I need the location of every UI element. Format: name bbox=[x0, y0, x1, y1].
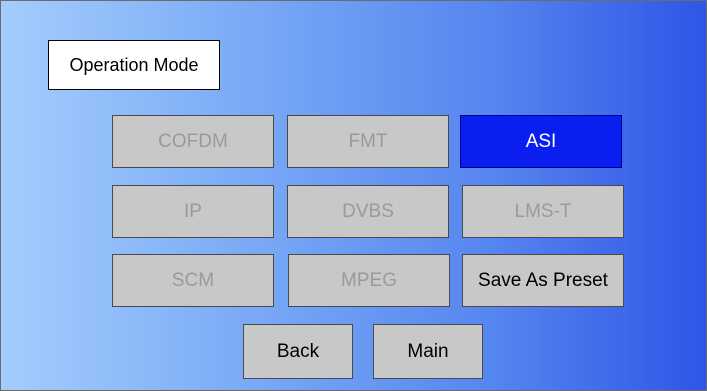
save-as-preset-button[interactable]: Save As Preset bbox=[462, 254, 624, 307]
main-button[interactable]: Main bbox=[373, 324, 483, 379]
mode-button-cofdm[interactable]: COFDM bbox=[112, 115, 274, 168]
mode-button-ip[interactable]: IP bbox=[112, 185, 274, 238]
mode-button-mpeg[interactable]: MPEG bbox=[288, 254, 450, 307]
page-title: Operation Mode bbox=[48, 40, 220, 90]
mode-button-lms-t[interactable]: LMS-T bbox=[462, 185, 624, 238]
back-button[interactable]: Back bbox=[243, 324, 353, 379]
operation-mode-screen: Operation Mode COFDM FMT ASI IP DVBS LMS… bbox=[0, 0, 707, 391]
mode-button-scm[interactable]: SCM bbox=[112, 254, 274, 307]
mode-button-fmt[interactable]: FMT bbox=[287, 115, 449, 168]
mode-button-dvbs[interactable]: DVBS bbox=[287, 185, 449, 238]
mode-button-asi[interactable]: ASI bbox=[460, 115, 622, 168]
